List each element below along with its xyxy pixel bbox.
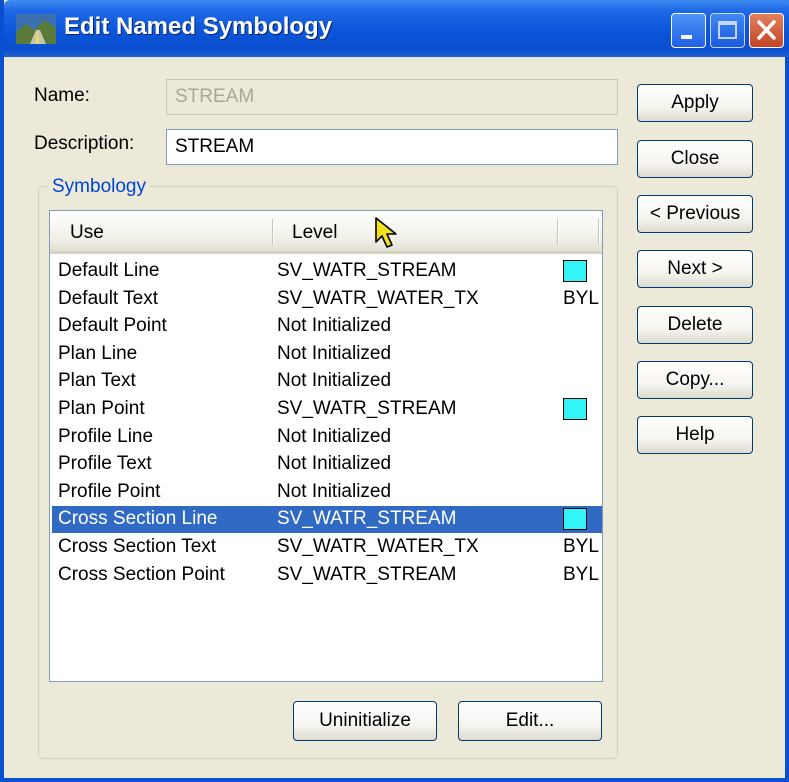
description-label: Description: [34, 133, 135, 154]
table-row[interactable]: Plan Point SV_WATR_STREAM [52, 396, 602, 423]
row-level: Not Initialized [277, 315, 392, 337]
minimize-icon [681, 35, 692, 39]
row-use: Default Point [58, 315, 167, 337]
row-use: Profile Text [58, 453, 152, 475]
table-row[interactable]: Profile Text Not Initialized [52, 451, 602, 478]
table-row[interactable]: Cross Section Line SV_WATR_STREAM [52, 506, 602, 534]
window-title: Edit Named Symbology [64, 13, 333, 40]
table-row[interactable]: Cross Section Point SV_WATR_STREAM BYL [52, 562, 602, 589]
color-swatch [563, 508, 587, 531]
delete-button[interactable]: Delete [637, 306, 753, 344]
column-header-level[interactable]: Level [292, 211, 337, 251]
table-row[interactable]: Default Text SV_WATR_WATER_TX BYL [52, 286, 602, 313]
help-button[interactable]: Help [637, 416, 753, 454]
row-level: Not Initialized [277, 425, 392, 447]
uninitialize-button[interactable]: Uninitialize [293, 701, 437, 741]
color-swatch [563, 398, 587, 420]
column-divider[interactable] [598, 219, 599, 245]
maximize-button[interactable] [710, 13, 745, 48]
row-level: SV_WATR_WATER_TX [277, 536, 479, 557]
copy-button[interactable]: Copy... [637, 361, 753, 399]
row-use: Default Line [58, 260, 160, 281]
row-level: SV_WATR_STREAM [277, 508, 457, 530]
table-row[interactable]: Default Line SV_WATR_STREAM [52, 258, 602, 285]
row-symbology: BYL [563, 287, 599, 309]
close-button[interactable]: Close [637, 140, 753, 178]
row-level: SV_WATR_STREAM [277, 563, 457, 585]
row-use: Profile Line [58, 425, 154, 447]
title-bar[interactable]: Edit Named Symbology [4, 0, 789, 57]
row-level: SV_WATR_STREAM [277, 398, 457, 419]
row-use: Cross Section Point [58, 563, 225, 585]
row-symbology: BYL [563, 563, 599, 585]
row-use: Plan Point [58, 398, 145, 419]
row-level: SV_WATR_WATER_TX [277, 287, 479, 309]
table-row[interactable]: Plan Line Not Initialized [52, 341, 602, 368]
row-use: Plan Text [58, 370, 136, 392]
symbology-list[interactable]: Use Level Default Line SV_WATR_STREAM Defa… [49, 210, 603, 682]
name-label: Name: [34, 85, 90, 106]
maximize-icon [718, 21, 737, 39]
column-header-use[interactable]: Use [70, 211, 104, 251]
description-field[interactable]: STREAM [166, 129, 618, 165]
name-field: STREAM [166, 79, 618, 115]
edit-named-symbology-dialog: Edit Named Symbology Name: STREAM Descri… [0, 0, 789, 782]
row-level: SV_WATR_STREAM [277, 260, 457, 281]
table-row[interactable]: Default Point Not Initialized [52, 313, 602, 340]
row-level: Not Initialized [277, 453, 392, 475]
table-row[interactable]: Profile Line Not Initialized [52, 424, 602, 451]
app-icon [16, 14, 56, 44]
previous-button[interactable]: < Previous [637, 195, 753, 233]
column-divider[interactable] [272, 219, 273, 245]
row-use: Default Text [58, 287, 158, 309]
apply-button[interactable]: Apply [637, 84, 753, 122]
table-row[interactable]: Cross Section Text SV_WATR_WATER_TX BYL [52, 534, 602, 561]
row-level: Not Initialized [277, 480, 392, 502]
mouse-cursor-icon [375, 217, 397, 248]
edit-button[interactable]: Edit... [458, 701, 602, 741]
row-symbology: BYL [563, 536, 599, 557]
row-use: Cross Section Line [58, 508, 218, 530]
column-divider[interactable] [557, 219, 558, 245]
next-button[interactable]: Next > [637, 250, 753, 288]
symbology-group-label: Symbology [48, 176, 150, 198]
row-use: Profile Point [58, 480, 161, 502]
table-row[interactable]: Plan Text Not Initialized [52, 368, 602, 395]
row-use: Cross Section Text [58, 536, 217, 557]
row-level: Not Initialized [277, 342, 392, 364]
row-level: Not Initialized [277, 370, 392, 392]
list-header: Use Level [50, 211, 602, 254]
table-row[interactable]: Profile Point Not Initialized [52, 479, 602, 506]
close-window-button[interactable] [749, 13, 784, 48]
close-icon [757, 20, 776, 40]
row-use: Plan Line [58, 342, 138, 364]
color-swatch [563, 260, 587, 282]
minimize-button[interactable] [671, 13, 706, 48]
